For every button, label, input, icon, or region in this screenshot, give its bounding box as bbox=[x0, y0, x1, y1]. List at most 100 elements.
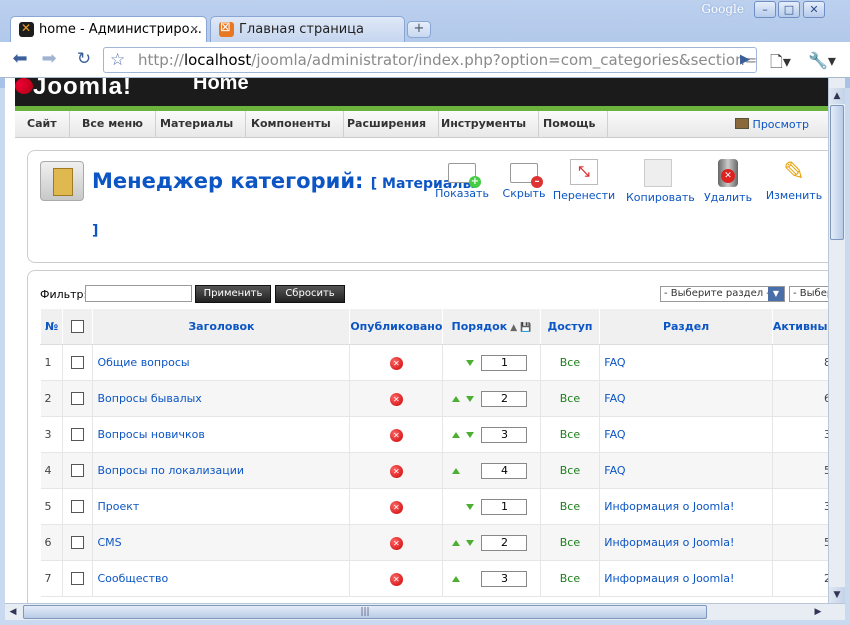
move-up-icon[interactable] bbox=[452, 467, 461, 474]
move-down-icon[interactable] bbox=[466, 539, 475, 546]
unpublished-icon[interactable]: ✕ bbox=[389, 536, 403, 550]
order-input[interactable]: 4 bbox=[481, 462, 528, 479]
section-link[interactable]: FAQ bbox=[604, 356, 625, 369]
filter-input[interactable] bbox=[85, 285, 192, 302]
unpublished-icon[interactable]: ✕ bbox=[389, 392, 403, 406]
menu-item-site[interactable]: Сайт bbox=[15, 111, 70, 138]
star-icon[interactable]: ☆ bbox=[110, 48, 125, 72]
move-button[interactable]: ⤡ Перенести bbox=[552, 159, 616, 202]
access-link[interactable]: Все bbox=[560, 392, 580, 405]
page-menu-icon[interactable]: 🗋▾ bbox=[770, 51, 791, 78]
category-title-link[interactable]: Вопросы бывалых bbox=[97, 392, 201, 405]
section-link[interactable]: FAQ bbox=[604, 428, 625, 441]
preview-link[interactable]: Просмотр bbox=[734, 118, 809, 131]
section-link[interactable]: FAQ bbox=[604, 392, 625, 405]
section-link[interactable]: FAQ bbox=[604, 464, 625, 477]
section-link[interactable]: Информация о Joomla! bbox=[604, 500, 734, 513]
wrench-icon[interactable]: 🔧▾ bbox=[808, 51, 836, 70]
category-title-link[interactable]: CMS bbox=[97, 536, 121, 549]
col-access[interactable]: Доступ bbox=[539, 308, 601, 345]
section-link[interactable]: Информация о Joomla! bbox=[604, 536, 734, 549]
menu-item-components[interactable]: Компоненты bbox=[239, 111, 344, 138]
scroll-left-icon[interactable]: ◀ bbox=[5, 604, 21, 620]
move-down-icon[interactable] bbox=[466, 431, 475, 438]
menu-item-content[interactable]: Материалы bbox=[148, 111, 247, 138]
category-title-link[interactable]: Сообщество bbox=[97, 572, 168, 585]
col-section[interactable]: Раздел bbox=[599, 308, 773, 345]
order-input[interactable]: 3 bbox=[481, 570, 528, 587]
vertical-scroll-thumb[interactable] bbox=[830, 105, 844, 240]
move-down-icon[interactable] bbox=[466, 359, 475, 366]
apply-filter-button[interactable]: Применить bbox=[195, 285, 271, 303]
go-arrow-icon[interactable]: ▶ bbox=[740, 48, 750, 72]
row-checkbox[interactable] bbox=[71, 464, 85, 478]
move-up-icon[interactable] bbox=[452, 539, 461, 546]
category-title-link[interactable]: Общие вопросы bbox=[97, 356, 189, 369]
access-link[interactable]: Все bbox=[560, 536, 580, 549]
minimize-button[interactable]: – bbox=[754, 1, 776, 18]
order-input[interactable]: 2 bbox=[481, 534, 528, 551]
row-checkbox[interactable] bbox=[71, 428, 85, 442]
menu-item-tools[interactable]: Инструменты bbox=[429, 111, 540, 138]
row-checkbox[interactable] bbox=[71, 572, 85, 586]
close-tab-icon[interactable]: ✕ bbox=[190, 23, 199, 36]
category-title-link[interactable]: Проект bbox=[97, 500, 139, 513]
address-bar[interactable]: ☆ http://localhost/joomla/administrator/… bbox=[103, 47, 757, 73]
menu-item-help[interactable]: Помощь bbox=[531, 111, 609, 138]
sort-and-save-icon[interactable]: ▲ 💾 bbox=[507, 323, 531, 333]
unpublish-button[interactable]: Скрыть bbox=[492, 159, 556, 200]
access-link[interactable]: Все bbox=[560, 356, 580, 369]
maximize-button[interactable]: □ bbox=[778, 1, 800, 18]
unpublished-icon[interactable]: ✕ bbox=[389, 572, 403, 586]
row-checkbox[interactable] bbox=[71, 356, 85, 370]
copy-button[interactable]: Копировать bbox=[626, 159, 695, 204]
row-checkbox[interactable] bbox=[71, 392, 85, 406]
secondary-select[interactable]: - Выбер bbox=[789, 286, 828, 302]
move-up-icon[interactable] bbox=[452, 395, 461, 402]
scroll-up-icon[interactable]: ▲ bbox=[829, 88, 845, 104]
col-published[interactable]: Опубликовано bbox=[349, 308, 444, 345]
col-title[interactable]: Заголовок bbox=[92, 308, 351, 345]
order-input[interactable]: 1 bbox=[481, 498, 528, 515]
access-link[interactable]: Все bbox=[560, 464, 580, 477]
section-select[interactable]: - Выберите раздел - ▼ bbox=[660, 286, 785, 302]
move-down-icon[interactable] bbox=[466, 395, 475, 402]
new-tab-button[interactable]: + bbox=[407, 21, 431, 38]
scroll-down-icon[interactable]: ▼ bbox=[829, 587, 845, 603]
close-window-button[interactable]: ✕ bbox=[803, 1, 825, 18]
category-title-link[interactable]: Вопросы по локализации bbox=[97, 464, 244, 477]
order-input[interactable]: 2 bbox=[481, 390, 528, 407]
unpublished-icon[interactable]: ✕ bbox=[389, 500, 403, 514]
horizontal-scrollbar[interactable]: ◀ ||| ▶ bbox=[5, 603, 845, 620]
tab-home-page[interactable]: Главная страница bbox=[210, 16, 405, 42]
menu-item-all-menus[interactable]: Все меню bbox=[70, 111, 156, 138]
unpublished-icon[interactable]: ✕ bbox=[389, 464, 403, 478]
tab-admin[interactable]: home - Администриро... ✕ bbox=[10, 16, 207, 42]
section-link[interactable]: Информация о Joomla! bbox=[604, 572, 734, 585]
move-down-icon[interactable] bbox=[466, 503, 475, 510]
access-link[interactable]: Все bbox=[560, 428, 580, 441]
unpublished-icon[interactable]: ✕ bbox=[389, 428, 403, 442]
reset-filter-button[interactable]: Сбросить bbox=[275, 285, 345, 303]
scroll-right-icon[interactable]: ▶ bbox=[810, 604, 826, 620]
order-input[interactable]: 1 bbox=[481, 354, 528, 371]
row-checkbox[interactable] bbox=[71, 500, 85, 514]
select-all-checkbox[interactable] bbox=[71, 320, 85, 334]
order-input[interactable]: 3 bbox=[481, 426, 528, 443]
reload-icon[interactable]: ↻ bbox=[73, 50, 95, 70]
forward-arrow-icon[interactable]: ➡ bbox=[38, 50, 60, 70]
back-arrow-icon[interactable]: ⬅ bbox=[9, 50, 31, 70]
edit-button[interactable]: ✎ Изменить bbox=[762, 159, 826, 202]
access-link[interactable]: Все bbox=[560, 500, 580, 513]
move-up-icon[interactable] bbox=[452, 431, 461, 438]
category-title-link[interactable]: Вопросы новичков bbox=[97, 428, 204, 441]
unpublished-icon[interactable]: ✕ bbox=[389, 356, 403, 370]
row-checkbox[interactable] bbox=[71, 536, 85, 550]
move-up-icon[interactable] bbox=[452, 575, 461, 582]
publish-button[interactable]: Показать bbox=[430, 159, 494, 200]
col-active[interactable]: Активные bbox=[771, 308, 828, 345]
delete-button[interactable]: Удалить bbox=[696, 159, 760, 204]
col-order[interactable]: Порядок ▲ 💾 bbox=[442, 308, 541, 345]
access-link[interactable]: Все bbox=[560, 572, 580, 585]
horizontal-scroll-thumb[interactable]: ||| bbox=[23, 605, 707, 619]
